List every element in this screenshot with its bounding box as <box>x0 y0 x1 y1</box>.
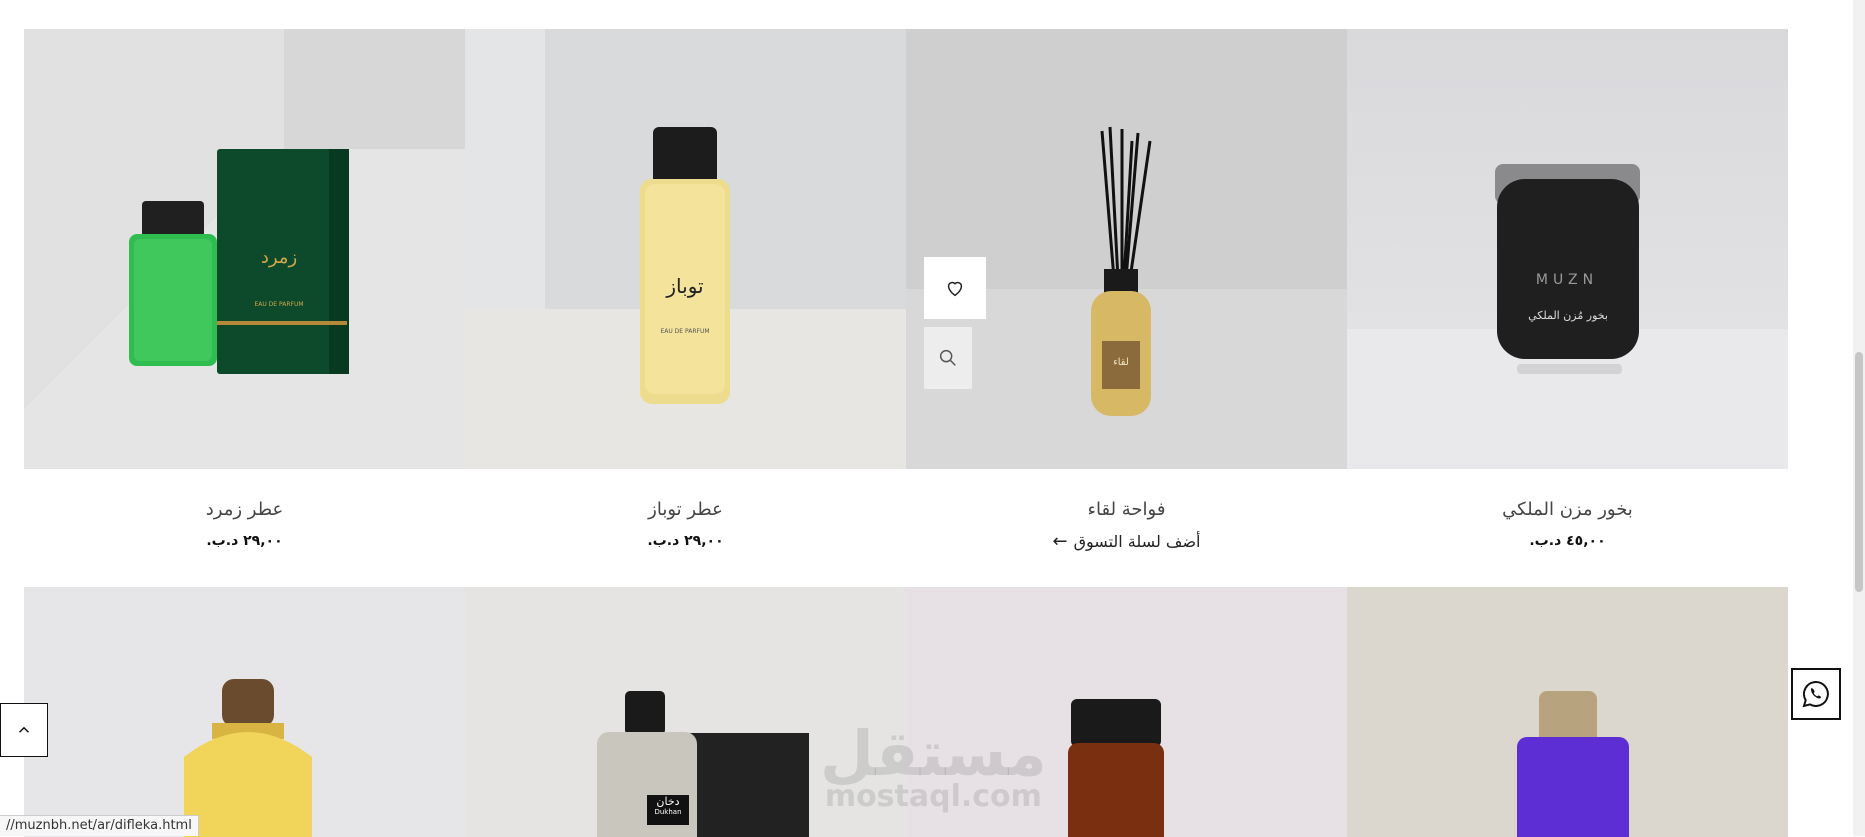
search-icon <box>939 349 956 366</box>
product-price: ٤٥,٠٠ د.ب. <box>1529 533 1606 549</box>
add-to-cart-label: أضف لسلة التسوق <box>1073 532 1201 551</box>
product-card[interactable] <box>24 587 465 837</box>
yellow-perfume-image[interactable] <box>24 587 465 837</box>
product-row: MUZN بخور مُزن الملكي بخور مزن الملكي ٤٥… <box>24 29 1788 553</box>
product-title[interactable]: فواحة لقاء <box>906 499 1347 523</box>
jar-label-text: بخور مُزن الملكي <box>1528 309 1608 322</box>
zumurd-small-text: EAU DE PARFUM <box>254 301 304 308</box>
watermark: مستقل mostaql.com <box>820 717 1047 814</box>
topaz-small-text: EAU DE PARFUM <box>660 328 710 335</box>
violet-perfume-image[interactable] <box>1347 587 1788 837</box>
emerald-perfume-image[interactable]: زمرد EAU DE PARFUM <box>24 29 465 469</box>
scroll-to-top-button[interactable] <box>0 703 48 757</box>
product-title[interactable]: بخور مزن الملكي <box>1347 499 1788 523</box>
product-grid: MUZN بخور مُزن الملكي بخور مزن الملكي ٤٥… <box>24 29 1788 837</box>
dukhan-label: دخان Dukhan <box>647 795 689 825</box>
chevron-up-icon <box>18 726 30 733</box>
browser-status-url: //muznbh.net/ar/difleka.html <box>0 815 199 836</box>
jar-brand-text: MUZN <box>1535 272 1599 288</box>
bakhoor-jar-image[interactable]: MUZN بخور مُزن الملكي <box>1347 29 1788 469</box>
add-to-cart-button[interactable]: أضف لسلة التسوق ← <box>906 531 1347 552</box>
page-scrollbar[interactable] <box>1853 0 1865 836</box>
whatsapp-button[interactable] <box>1791 668 1841 720</box>
watermark-arabic: مستقل <box>820 717 1047 790</box>
product-price: ٢٩,٠٠ د.ب. <box>647 533 724 549</box>
product-card[interactable]: لقاء فواحة لقاء أضف لسلة التسوق ← <box>906 29 1347 553</box>
topaz-bottle-text: توباز <box>666 274 704 298</box>
product-title[interactable]: عطر توباز <box>465 499 906 523</box>
watermark-latin: mostaql.com <box>824 779 1042 814</box>
arrow-left-icon: ← <box>1052 531 1068 552</box>
topaz-perfume-image[interactable]: توباز EAU DE PARFUM <box>465 29 906 469</box>
quick-view-button[interactable] <box>924 327 972 389</box>
zumurd-box-text: زمرد <box>260 247 298 268</box>
product-card[interactable]: زمرد EAU DE PARFUM عطر زمرد ٢٩,٠٠ د.ب. <box>24 29 465 553</box>
whatsapp-icon <box>1802 680 1829 708</box>
wishlist-button[interactable] <box>924 257 986 319</box>
reed-diffuser-image[interactable]: لقاء <box>906 29 1347 469</box>
scrollbar-thumb[interactable] <box>1855 352 1863 592</box>
product-title[interactable]: عطر زمرد <box>24 499 465 523</box>
heart-icon <box>947 281 963 297</box>
product-card[interactable]: MUZN بخور مُزن الملكي بخور مزن الملكي ٤٥… <box>1347 29 1788 553</box>
diffuser-label-text: لقاء <box>1113 357 1129 368</box>
product-card[interactable]: توباز EAU DE PARFUM عطر توباز ٢٩,٠٠ د.ب. <box>465 29 906 553</box>
dukhan-label-text: دخان <box>656 795 680 808</box>
product-card[interactable] <box>1347 587 1788 837</box>
product-price: ٢٩,٠٠ د.ب. <box>206 533 283 549</box>
dukhan-small-text: Dukhan <box>654 808 682 816</box>
